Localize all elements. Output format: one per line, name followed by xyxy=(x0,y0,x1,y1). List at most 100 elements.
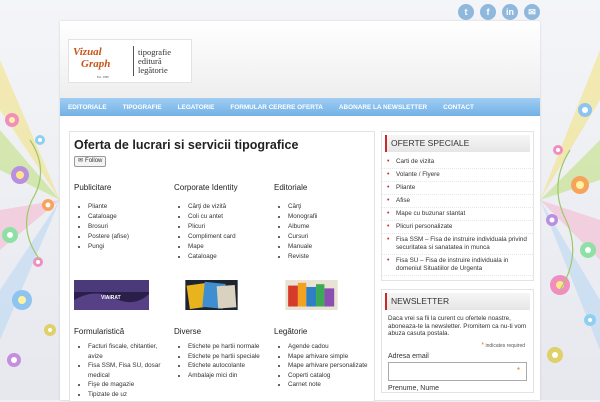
list-item[interactable]: Cataloage xyxy=(188,252,270,262)
offer-label: Plicuri personalizate xyxy=(396,223,453,230)
email-label-text: Adresa email xyxy=(388,352,429,360)
offer-label: Fisa SSM – Fisa de instruire individuala… xyxy=(396,236,527,251)
list-item[interactable]: Facturi fiscale, chitantier, avize xyxy=(88,342,170,361)
sidebar: OFERTE SPECIALE • Carti de vizita • Volant… xyxy=(381,131,534,401)
page-title: Oferta de lucrari si servicii tipografic… xyxy=(74,138,299,152)
bullet-icon: • xyxy=(387,171,390,178)
category-heading: Publicitare xyxy=(74,183,112,192)
category-heading: Legătorie xyxy=(274,327,308,336)
list-item[interactable]: Pungi xyxy=(88,242,170,252)
category-heading: Editoriale xyxy=(274,183,308,192)
list-item[interactable]: Cataloage xyxy=(88,212,170,222)
category-diverse: Diverse Etichete pe hartii normale Etich… xyxy=(174,327,270,380)
offer-link[interactable]: • Fisa SSM – Fisa de instruire individual… xyxy=(382,234,533,255)
required-star-icon: * xyxy=(516,365,520,375)
linkedin-icon[interactable]: in xyxy=(502,4,518,20)
offer-link[interactable]: • Pliante xyxy=(382,182,533,195)
offer-link[interactable]: • Mape cu buzunar stantat xyxy=(382,208,533,221)
bullet-icon: • xyxy=(387,223,390,230)
thumbnail-corporate[interactable] xyxy=(174,280,249,310)
offer-link[interactable]: • Carti de vizita xyxy=(382,156,533,169)
logo-mark: Vizual Graph Est. 1998 xyxy=(71,43,129,80)
logo-tagline: tipografie editură legătorie xyxy=(138,47,171,75)
email-field[interactable]: * xyxy=(388,361,527,381)
list-item[interactable]: Monografii xyxy=(288,212,370,222)
nav-item-contact[interactable]: CONTACT xyxy=(443,104,474,111)
thumbnail-publicitare[interactable]: VIAIRAT xyxy=(74,280,149,310)
main-content: Oferta de lucrari si servicii tipografic… xyxy=(69,131,375,402)
list-item[interactable]: Coli cu antet xyxy=(188,212,270,222)
offer-label: Mape cu buzunar stantat xyxy=(396,210,466,217)
thumbnail-text: VIAIRAT xyxy=(101,295,121,301)
list-item[interactable]: Agende cadou xyxy=(288,342,370,352)
newsletter-description: Daca vrei sa fii la curent cu ofertele n… xyxy=(388,315,527,337)
required-star-icon: * xyxy=(481,341,485,349)
category-heading: Diverse xyxy=(174,327,202,336)
widget-title: OFERTE SPECIALE xyxy=(385,135,530,152)
required-note-text: indicates required xyxy=(485,342,525,349)
list-item[interactable]: Cărţi xyxy=(288,202,370,212)
list-item[interactable]: Pliante xyxy=(88,202,170,212)
newsletter-widget: NEWSLETTER Daca vrei sa fii la curent cu… xyxy=(381,289,534,393)
category-formularistica: Formularistică Facturi fiscale, chitanti… xyxy=(74,327,170,399)
list-item[interactable]: Tipizate de uz xyxy=(88,390,170,400)
follow-icon: ✉ xyxy=(78,158,84,164)
follow-label: Follow xyxy=(85,158,103,164)
offer-label: Fisa SU – Fisa de instruire individuala … xyxy=(396,257,509,272)
category-corporate-identity: Corporate Identity Cărţi de vizită Coli … xyxy=(174,183,270,262)
page-container: Vizual Graph Est. 1998 tipografie editur… xyxy=(60,21,540,402)
offer-link[interactable]: • Plicuri personalizate xyxy=(382,221,533,234)
follow-button[interactable]: ✉ Follow xyxy=(74,156,107,167)
list-item[interactable]: Fişe de magazie xyxy=(88,380,170,390)
list-item[interactable]: Plicuri xyxy=(188,222,270,232)
list-item[interactable]: Coperti catalog xyxy=(288,371,370,381)
site-header: Vizual Graph Est. 1998 tipografie editur… xyxy=(60,21,540,98)
list-item[interactable]: Etichete pe hartii normale xyxy=(188,342,270,352)
offer-label: Volante / Flyere xyxy=(396,171,440,178)
list-item[interactable]: Manuale xyxy=(288,242,370,252)
list-item[interactable]: Cursuri xyxy=(288,232,370,242)
list-item[interactable]: Mape arhivare simple xyxy=(288,352,370,362)
list-item[interactable]: Etichete pe hartii speciale xyxy=(188,352,270,362)
category-publicitare: Publicitare Pliante Cataloage Brosuri Po… xyxy=(74,183,170,252)
offer-link[interactable]: • Volante / Flyere xyxy=(382,169,533,182)
list-item[interactable]: Brosuri xyxy=(88,222,170,232)
list-item[interactable]: Postere (afise) xyxy=(88,232,170,242)
thumbnail-editoriale[interactable] xyxy=(274,280,349,310)
offer-link[interactable]: • Fisa SU – Fisa de instruire individuala… xyxy=(382,255,533,276)
required-note: * indicates required xyxy=(382,340,533,349)
logo-mark-line2: Graph xyxy=(81,58,111,70)
nav-item-formular[interactable]: FORMULAR CERERE OFERTA xyxy=(230,104,323,111)
nav-item-editoriale[interactable]: EDITORIALE xyxy=(68,104,107,111)
list-item[interactable]: Albume xyxy=(288,222,370,232)
list-item[interactable]: Ambalaje mici din xyxy=(188,371,270,381)
email-icon[interactable]: ✉ xyxy=(524,4,540,20)
widget-title: NEWSLETTER xyxy=(385,293,530,310)
list-item[interactable]: Carnet note xyxy=(288,380,370,390)
list-item[interactable]: Mape xyxy=(188,242,270,252)
category-heading: Corporate Identity xyxy=(174,183,238,192)
nav-item-newsletter[interactable]: ABONARE LA NEWSLETTER xyxy=(339,104,427,111)
twitter-icon[interactable]: t xyxy=(458,4,474,20)
name-label: Prenume, Nume xyxy=(382,381,533,392)
list-item[interactable]: Reviste xyxy=(288,252,370,262)
list-item[interactable]: Etichete autocolante xyxy=(188,361,270,371)
special-offers-widget: OFERTE SPECIALE • Carti de vizita • Volant… xyxy=(381,131,534,281)
category-legatorie: Legătorie Agende cadou Mape arhivare sim… xyxy=(274,327,370,390)
list-item[interactable]: Mape arhivare personalizate xyxy=(288,361,370,371)
category-editoriale: Editoriale Cărţi Monografii Albume Cursu… xyxy=(274,183,370,262)
nav-item-tipografie[interactable]: TIPOGRAFIE xyxy=(123,104,162,111)
facebook-icon[interactable]: f xyxy=(480,4,496,20)
list-item[interactable]: Cărţi de vizită xyxy=(188,202,270,212)
main-nav: EDITORIALE TIPOGRAFIE LEGATORIE FORMULAR… xyxy=(60,98,540,116)
nav-item-legatorie[interactable]: LEGATORIE xyxy=(178,104,215,111)
site-logo[interactable]: Vizual Graph Est. 1998 tipografie editur… xyxy=(68,39,192,83)
offer-link[interactable]: • Afise xyxy=(382,195,533,208)
bullet-icon: • xyxy=(387,257,390,264)
bullet-icon: • xyxy=(387,236,390,243)
logo-divider xyxy=(133,46,134,76)
bullet-icon: • xyxy=(387,210,390,217)
list-item[interactable]: Compliment card xyxy=(188,232,270,242)
list-item[interactable]: Fisa SSM, Fisa SU, dosar medical xyxy=(88,361,170,380)
name-label-text: Prenume, Nume xyxy=(388,384,439,392)
